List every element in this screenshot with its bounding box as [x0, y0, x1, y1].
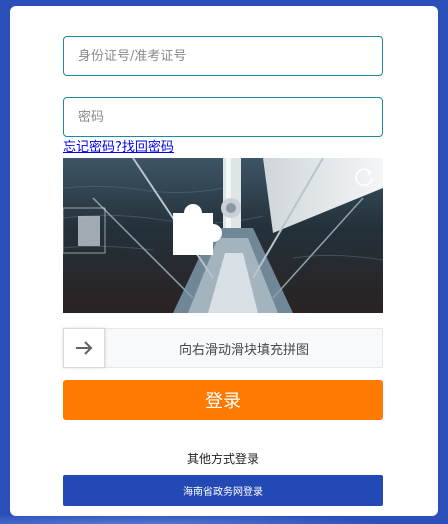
gov-login-button[interactable]: 海南省政务网登录: [63, 475, 383, 506]
slider-instruction: 向右滑动滑块填充拼图: [178, 342, 309, 358]
id-number-input[interactable]: [63, 36, 383, 76]
captcha-image: [63, 158, 383, 313]
slider-handle[interactable]: [63, 328, 105, 368]
password-input[interactable]: [63, 97, 383, 137]
refresh-icon[interactable]: [353, 166, 375, 188]
sailboat-photo: [63, 158, 383, 313]
forgot-password-link[interactable]: 忘记密码?找回密码: [63, 139, 174, 157]
other-login-label: 其他方式登录: [186, 452, 259, 466]
captcha-slider[interactable]: 向右滑动滑块填充拼图: [63, 328, 383, 368]
login-card: 忘记密码?找回密码: [10, 6, 438, 516]
login-button[interactable]: 登录: [63, 380, 383, 420]
arrow-right-icon: [76, 341, 93, 355]
